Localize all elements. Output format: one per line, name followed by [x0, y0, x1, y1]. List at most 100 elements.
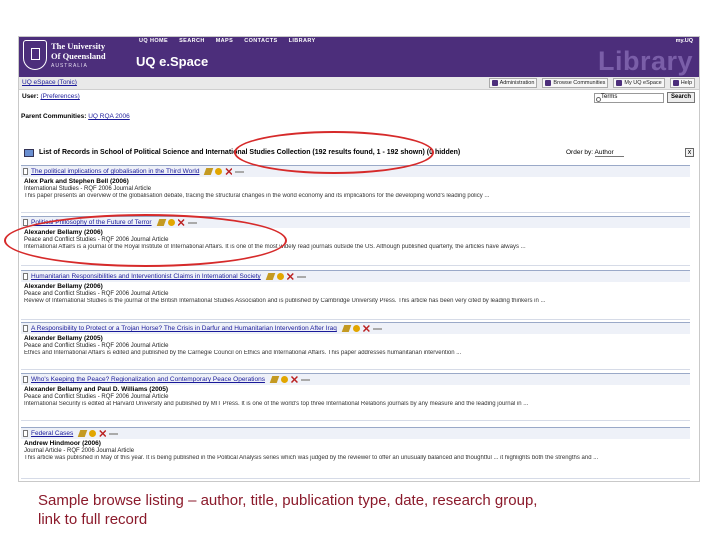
order-by: Order by: Author [566, 149, 624, 157]
nav-uq-home[interactable]: UQ HOME [139, 38, 168, 44]
record-authors: Alexander Bellamy (2006) [24, 283, 103, 290]
nav-library[interactable]: LIBRARY [289, 38, 316, 44]
record-authors: Andrew Hindmoor (2006) [24, 440, 101, 447]
slide-caption: Sample browse listing – author, title, p… [38, 492, 538, 528]
list-header: List of Records in School of Political S… [21, 145, 697, 161]
delete-icon[interactable] [225, 168, 233, 175]
record-title-link[interactable]: Humanitarian Responsibilities and Interv… [31, 273, 261, 280]
list-item: Federal Cases Andrew Hindmoor (2006) Jou… [21, 427, 690, 479]
parent-communities-label: Parent Communities: [21, 113, 87, 120]
app-title: UQ e.Space [136, 54, 209, 69]
list-item: A Responsibility to Protect or a Trojan … [21, 322, 690, 370]
delete-icon[interactable] [99, 430, 107, 437]
record-abstract: Ethics and International Affairs is edit… [24, 350, 462, 357]
my-espace-label: My UQ eSpace [624, 80, 662, 86]
info-icon[interactable] [276, 273, 284, 280]
more-icon[interactable] [300, 378, 310, 381]
my-espace-button[interactable]: My UQ eSpace [613, 78, 665, 88]
more-icon[interactable] [187, 221, 197, 224]
document-icon [23, 376, 28, 383]
uq-logo[interactable]: The University Of Queensland AUSTRALIA [23, 40, 127, 74]
user-row: User: (Preferences) Terms Search [19, 90, 699, 105]
record-title-link[interactable]: Who's Keeping the Peace? Regionalization… [31, 376, 265, 383]
document-icon [23, 219, 28, 226]
edit-icon[interactable] [269, 376, 280, 383]
more-icon[interactable] [372, 327, 382, 330]
search-area: Terms Search [593, 92, 695, 103]
document-icon [23, 430, 28, 437]
list-item: The political implications of globalisat… [21, 165, 690, 213]
toolbar: UQ eSpace (Tonic) Administration Browse … [19, 77, 699, 90]
site-header: The University Of Queensland AUSTRALIA U… [19, 37, 699, 77]
record-abstract: International Security is edited at Harv… [24, 401, 529, 408]
uq-crest-icon [23, 40, 47, 70]
record-type: Peace and Conflict Studies - RQF 2006 Jo… [24, 236, 169, 243]
tool-buttons: Administration Browse Communities My UQ … [488, 78, 695, 88]
info-icon[interactable] [352, 325, 360, 332]
record-abstract: This paper presents an overview of the g… [24, 193, 490, 200]
record-title-link[interactable]: The political implications of globalisat… [31, 168, 199, 175]
order-label: Order by: [566, 149, 594, 156]
record-authors: Alexander Bellamy (2005) [24, 335, 103, 342]
breadcrumb[interactable]: UQ eSpace (Tonic) [22, 79, 77, 86]
top-nav: UQ HOME SEARCH MAPS CONTACTS LIBRARY [139, 38, 316, 44]
my-uq-link[interactable]: my.UQ [676, 38, 693, 44]
browse-communities-button[interactable]: Browse Communities [542, 78, 609, 88]
parent-communities: Parent Communities: UQ RQA 2006 [21, 113, 130, 120]
info-icon[interactable] [215, 168, 223, 175]
help-icon [672, 80, 679, 86]
delete-icon[interactable] [290, 376, 298, 383]
close-icon[interactable]: x [685, 148, 694, 157]
nav-maps[interactable]: MAPS [216, 38, 234, 44]
help-button[interactable]: Help [669, 78, 695, 88]
edit-icon[interactable] [204, 168, 214, 175]
record-type: Peace and Conflict Studies - RQF 2006 Jo… [24, 290, 169, 297]
university-country: AUSTRALIA [51, 63, 88, 69]
preferences-link[interactable]: (Preferences) [40, 93, 79, 100]
delete-icon[interactable] [362, 325, 370, 332]
document-icon [23, 273, 28, 280]
more-icon[interactable] [235, 170, 245, 173]
browse-communities-label: Browse Communities [553, 80, 606, 86]
document-icon [23, 325, 28, 332]
search-input[interactable]: Terms [593, 92, 664, 103]
info-icon[interactable] [167, 219, 175, 226]
list-title: List of Records in School of Political S… [39, 149, 461, 156]
record-title-link[interactable]: A Responsibility to Protect or a Trojan … [31, 325, 337, 332]
administration-button[interactable]: Administration [488, 78, 538, 88]
record-abstract: Review of International Studies is the j… [24, 298, 546, 305]
more-icon[interactable] [109, 432, 119, 435]
record-title-link[interactable]: Federal Cases [31, 430, 73, 437]
list-item: Humanitarian Responsibilities and Interv… [21, 270, 690, 320]
record-authors: Alex Park and Stephen Bell (2006) [24, 178, 129, 185]
user-label: User: [22, 93, 39, 100]
nav-contacts[interactable]: CONTACTS [244, 38, 277, 44]
delete-icon[interactable] [286, 273, 294, 280]
user-info: User: (Preferences) [22, 93, 80, 100]
order-select[interactable]: Author [594, 149, 624, 157]
record-type: Journal Article - RQF 2006 Journal Artic… [24, 447, 135, 454]
edit-icon[interactable] [265, 273, 276, 280]
list-item: Political Philosophy of the Future of Te… [21, 216, 690, 266]
info-icon[interactable] [280, 376, 288, 383]
list-icon [24, 149, 34, 157]
more-icon[interactable] [296, 275, 306, 278]
list-item: Who's Keeping the Peace? Regionalization… [21, 373, 690, 421]
parent-community-link[interactable]: UQ RQA 2006 [88, 113, 130, 120]
edit-icon[interactable] [156, 219, 166, 226]
edit-icon[interactable] [341, 325, 352, 332]
record-authors: Alexander Bellamy (2006) [24, 229, 103, 236]
delete-icon[interactable] [177, 219, 185, 226]
search-button[interactable]: Search [666, 92, 695, 103]
record-abstract: This article was published in May of thi… [24, 455, 599, 462]
record-type: Peace and Conflict Studies - RQF 2006 Jo… [24, 393, 169, 400]
nav-search[interactable]: SEARCH [179, 38, 205, 44]
edit-icon[interactable] [78, 430, 88, 437]
info-icon[interactable] [89, 430, 97, 437]
document-icon [23, 168, 28, 175]
record-type: Peace and Conflict Studies - RQF 2006 Jo… [24, 342, 169, 349]
admin-icon [491, 80, 498, 86]
record-abstract: International Affairs is a journal of th… [24, 244, 526, 251]
administration-label: Administration [499, 80, 535, 86]
record-title-link[interactable]: Political Philosophy of the Future of Te… [31, 219, 152, 226]
